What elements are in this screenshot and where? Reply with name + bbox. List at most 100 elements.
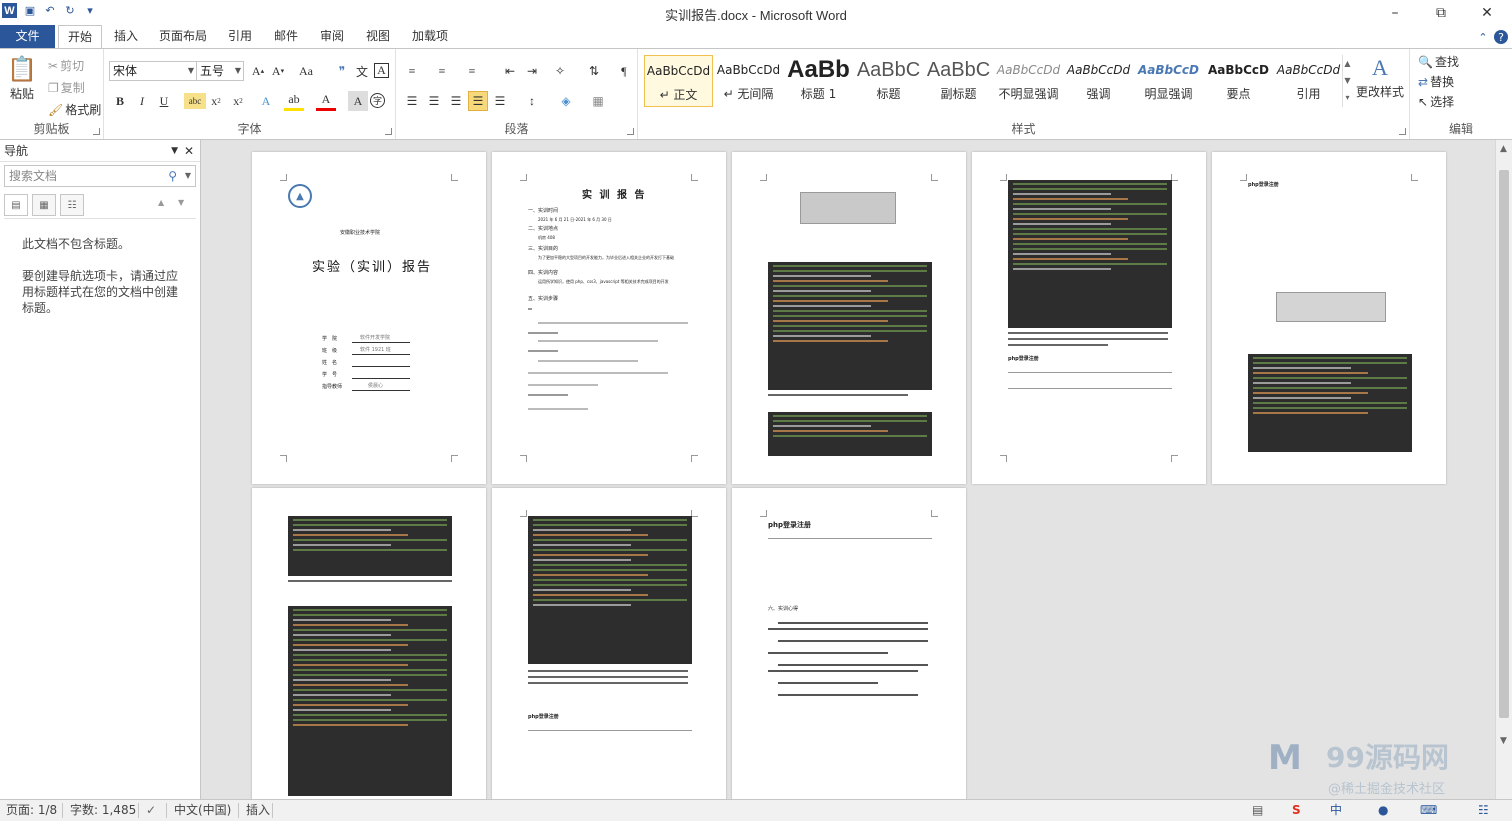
help-icon[interactable]: ? xyxy=(1494,30,1508,44)
page-2[interactable]: 实 训 报 告 一、实训时间 2021 年 6 月 21 日-2021 年 6 … xyxy=(492,152,726,484)
align-left-icon[interactable]: ☰ xyxy=(402,91,422,111)
grow-font-icon[interactable]: A ▴ xyxy=(248,61,268,81)
shading-icon[interactable]: ◈ xyxy=(556,91,576,111)
minimize-ribbon-icon[interactable]: ⌃ xyxy=(1476,30,1490,44)
mic-icon[interactable]: ● xyxy=(1378,800,1388,821)
vertical-scrollbar[interactable]: ▲ ▼ xyxy=(1495,140,1512,799)
page-6[interactable] xyxy=(252,488,486,799)
chinese-layout-icon[interactable]: ✧ xyxy=(550,61,570,81)
toolbox-icon[interactable]: ☷ xyxy=(1478,800,1489,821)
subscript-icon[interactable]: x2 xyxy=(206,91,226,111)
scroll-thumb[interactable] xyxy=(1499,170,1509,718)
tab-references[interactable]: 引用 xyxy=(220,25,260,49)
shrink-font-icon[interactable]: A ▾ xyxy=(268,61,288,81)
style-strong[interactable]: AaBbCcD 要点 xyxy=(1204,55,1273,107)
nav-headings-tab[interactable]: ▤ xyxy=(4,194,28,216)
status-words[interactable]: 字数: 1,485 xyxy=(70,800,136,821)
font-name-select[interactable]: 宋体 ▼ xyxy=(109,61,197,81)
phonetic-guide-icon[interactable]: 文 xyxy=(352,61,372,81)
nav-close-icon[interactable]: ✕ xyxy=(184,140,194,162)
style-subtle-emphasis[interactable]: AaBbCcDd 不明显强调 xyxy=(994,55,1063,107)
tab-addins[interactable]: 加载项 xyxy=(404,25,456,49)
justify-icon[interactable]: ☰ xyxy=(468,91,488,111)
font-launcher[interactable] xyxy=(385,128,392,135)
document-canvas[interactable]: ▲ 安徽职业技术学院 实验（实训）报告 学 院 班 级 姓 名 学 号 指导教师… xyxy=(201,140,1495,799)
char-shading-icon[interactable]: A xyxy=(348,91,368,111)
style-intense-emphasis[interactable]: AaBbCcD 明显强调 xyxy=(1134,55,1203,107)
char-border-icon[interactable]: A xyxy=(374,63,389,78)
clear-format-icon[interactable]: ❞ xyxy=(332,61,352,81)
paragraph-launcher[interactable] xyxy=(627,128,634,135)
clipboard-launcher[interactable] xyxy=(93,128,100,135)
nav-search-input[interactable]: 搜索文档 ⚲ ▼ xyxy=(4,165,196,187)
style-title[interactable]: AaBbC 标题 xyxy=(854,55,923,107)
cut-button[interactable]: ✂ 剪切 xyxy=(48,57,84,74)
multilevel-list-icon[interactable]: ≡ xyxy=(462,61,482,81)
select-button[interactable]: ↖ 选择 xyxy=(1418,93,1454,110)
nav-pages-tab[interactable]: ▦ xyxy=(32,194,56,216)
sort-icon[interactable]: ⇅ xyxy=(584,61,604,81)
page-5[interactable]: php登录注册 xyxy=(1212,152,1446,484)
page-7[interactable]: php登录注册 xyxy=(492,488,726,799)
proofing-icon[interactable]: ✓ xyxy=(146,800,156,821)
highlight-icon[interactable]: ab xyxy=(284,91,304,111)
format-painter-button[interactable]: 🖌 格式刷 xyxy=(48,101,101,118)
numbering-icon[interactable]: ≡ xyxy=(432,61,452,81)
increase-indent-icon[interactable]: ⇥ xyxy=(522,61,542,81)
tab-mailings[interactable]: 邮件 xyxy=(266,25,306,49)
enclose-char-icon[interactable]: 字 xyxy=(370,93,385,108)
style-heading-1[interactable]: AaBb 标题 1 xyxy=(784,55,853,107)
page-3[interactable] xyxy=(732,152,966,484)
find-button[interactable]: 🔍 查找 xyxy=(1418,53,1459,70)
chevron-down-icon[interactable]: ▼ xyxy=(185,166,191,186)
nav-prev-icon[interactable]: ▲ xyxy=(158,198,164,207)
borders-icon[interactable]: ▦ xyxy=(588,91,608,111)
font-color-icon[interactable]: A xyxy=(316,91,336,111)
font-size-select[interactable]: 五号 ▼ xyxy=(196,61,244,81)
decrease-indent-icon[interactable]: ⇤ xyxy=(500,61,520,81)
keyboard-icon[interactable]: ⌨ xyxy=(1420,800,1437,821)
tab-review[interactable]: 审阅 xyxy=(312,25,352,49)
style-quote[interactable]: AaBbCcDd 引用 xyxy=(1274,55,1343,107)
page-8[interactable]: php登录注册 六、实训心得 xyxy=(732,488,966,799)
style-emphasis[interactable]: AaBbCcDd 强调 xyxy=(1064,55,1133,107)
paste-button[interactable]: 📋 粘贴 xyxy=(6,55,38,102)
change-styles-button[interactable]: A 更改样式 xyxy=(1354,55,1406,100)
align-center-icon[interactable]: ☰ xyxy=(424,91,444,111)
nav-next-icon[interactable]: ▼ xyxy=(178,198,184,207)
tab-view[interactable]: 视图 xyxy=(358,25,398,49)
bullets-icon[interactable]: ≡ xyxy=(402,61,422,81)
copy-button[interactable]: ❐ 复制 xyxy=(48,79,85,96)
tab-insert[interactable]: 插入 xyxy=(106,25,146,49)
page-4[interactable]: php登录注册 xyxy=(972,152,1206,484)
style-normal[interactable]: AaBbCcDd ↵ 正文 xyxy=(644,55,713,107)
strikethrough-icon[interactable]: abc xyxy=(184,93,206,109)
italic-icon[interactable]: I xyxy=(132,91,152,111)
line-spacing-icon[interactable]: ↕ xyxy=(522,91,542,111)
print-layout-icon[interactable]: ▤ xyxy=(1252,800,1263,821)
bold-icon[interactable]: B xyxy=(110,91,130,111)
nav-results-tab[interactable]: ☷ xyxy=(60,194,84,216)
status-language[interactable]: 中文(中国) xyxy=(174,800,231,821)
scroll-up-icon[interactable]: ▲ xyxy=(1500,144,1507,154)
minimize-button[interactable]: – xyxy=(1372,0,1418,25)
tab-page-layout[interactable]: 页面布局 xyxy=(152,25,214,49)
style-no-spacing[interactable]: AaBbCcDd ↵ 无间隔 xyxy=(714,55,783,107)
tab-file[interactable]: 文件 xyxy=(0,25,55,49)
close-button[interactable]: ✕ xyxy=(1464,0,1510,25)
change-case-icon[interactable]: Aa xyxy=(296,61,316,81)
align-right-icon[interactable]: ☰ xyxy=(446,91,466,111)
scroll-down-icon[interactable]: ▼ xyxy=(1500,736,1507,746)
search-icon[interactable]: ⚲ xyxy=(168,166,177,186)
text-effects-icon[interactable]: A xyxy=(256,91,276,111)
show-marks-icon[interactable]: ¶ xyxy=(614,61,634,81)
restore-button[interactable]: ⧉ xyxy=(1418,0,1464,25)
ime-mode-icon[interactable]: 中 xyxy=(1330,800,1342,821)
replace-button[interactable]: ⇄ 替换 xyxy=(1418,73,1454,90)
page-1[interactable]: ▲ 安徽职业技术学院 实验（实训）报告 学 院 班 级 姓 名 学 号 指导教师… xyxy=(252,152,486,484)
status-insert-mode[interactable]: 插入 xyxy=(246,800,270,821)
underline-icon[interactable]: U xyxy=(154,91,174,111)
status-page[interactable]: 页面: 1/8 xyxy=(6,800,57,821)
style-subtitle[interactable]: AaBbC 副标题 xyxy=(924,55,993,107)
superscript-icon[interactable]: x2 xyxy=(228,91,248,111)
